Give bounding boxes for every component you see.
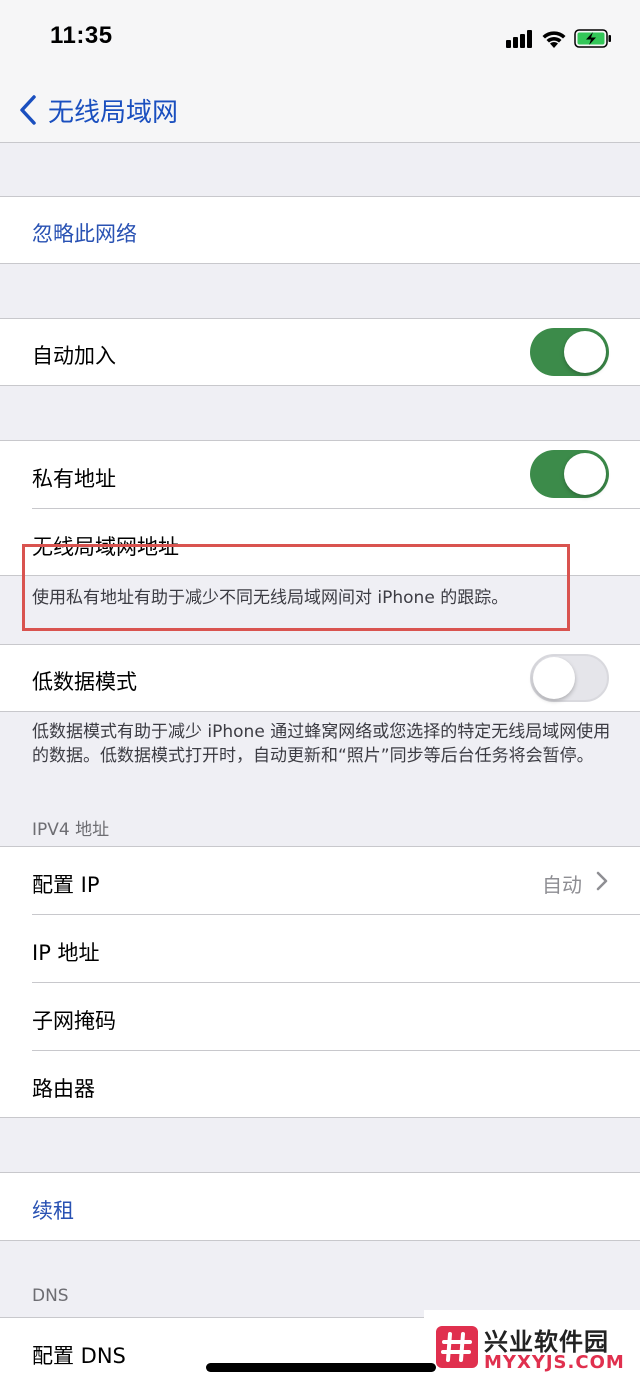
router-label: 路由器	[32, 1077, 95, 1101]
ip-address-label: IP 地址	[32, 941, 100, 965]
divider	[32, 914, 640, 915]
renew-lease-button[interactable]: 续租	[0, 1173, 640, 1240]
wifi-icon	[542, 31, 566, 48]
auto-join-label: 自动加入	[32, 344, 116, 368]
status-time: 11:35	[50, 22, 113, 49]
site-watermark: 兴业软件园 MYXYJS.COM	[424, 1310, 640, 1385]
low-data-row: 低数据模式	[0, 645, 640, 711]
configure-ip-label: 配置 IP	[32, 873, 100, 897]
battery-charging-icon	[574, 29, 611, 48]
ipv4-section-header: IPV4 地址	[32, 820, 110, 840]
private-address-label: 私有地址	[32, 467, 116, 491]
forget-network-button[interactable]: 忽略此网络	[0, 197, 640, 263]
auto-join-row: 自动加入	[0, 319, 640, 385]
ipv4-group: 配置 IP 自动 IP 地址 子网掩码 路由器	[0, 847, 640, 1117]
private-address-toggle[interactable]	[530, 450, 609, 498]
configure-ip-value: 自动	[542, 873, 582, 897]
divider	[0, 385, 640, 386]
status-bar: 11:35	[0, 0, 640, 80]
chevron-right-icon	[596, 871, 608, 891]
divider	[32, 1050, 640, 1051]
low-data-footnote: 低数据模式有助于减少 iPhone 通过蜂窝网络或您选择的特定无线局域网使用的数…	[32, 722, 611, 766]
home-indicator[interactable]	[206, 1363, 436, 1372]
watermark-logo-icon	[436, 1326, 478, 1368]
divider	[32, 982, 640, 983]
toggle-knob	[564, 331, 606, 373]
highlight-annotation	[22, 544, 570, 631]
divider	[0, 1117, 640, 1118]
back-label: 无线局域网	[48, 97, 179, 128]
low-data-toggle[interactable]	[530, 654, 609, 702]
divider	[0, 711, 640, 712]
configure-ip-row[interactable]: 配置 IP 自动	[0, 847, 640, 914]
cellular-signal-icon	[506, 30, 532, 48]
divider	[32, 508, 640, 509]
chevron-left-icon	[20, 95, 36, 125]
subnet-mask-label: 子网掩码	[32, 1009, 116, 1033]
dns-section-header: DNS	[32, 1286, 69, 1306]
low-data-label: 低数据模式	[32, 670, 137, 694]
toggle-knob	[533, 657, 575, 699]
renew-lease-label: 续租	[32, 1199, 74, 1223]
nav-bar: 无线局域网	[0, 80, 640, 143]
auto-join-toggle[interactable]	[530, 328, 609, 376]
divider	[0, 263, 640, 264]
watermark-url: MYXYJS.COM	[484, 1352, 625, 1373]
forget-network-label: 忽略此网络	[32, 222, 137, 246]
toggle-knob	[564, 453, 606, 495]
configure-dns-label: 配置 DNS	[32, 1344, 126, 1368]
divider	[0, 1240, 640, 1241]
back-button[interactable]: 无线局域网	[18, 90, 178, 130]
